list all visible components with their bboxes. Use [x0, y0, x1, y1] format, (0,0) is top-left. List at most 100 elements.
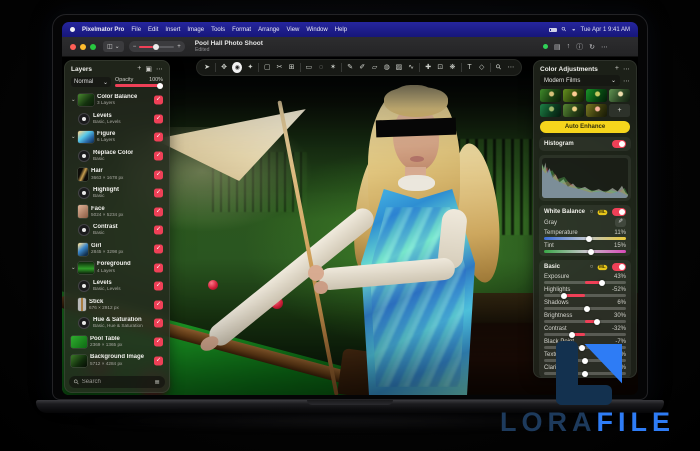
layer-visibility-checkbox[interactable]: ✓ — [154, 114, 163, 124]
white-balance-toggle[interactable] — [612, 208, 626, 216]
temperature-slider[interactable] — [544, 235, 626, 242]
preset-group-select[interactable]: Modern Films ⌄ — [540, 75, 620, 86]
zoom-slider[interactable] — [139, 43, 175, 50]
layer-visibility-checkbox[interactable]: ✓ — [154, 300, 163, 310]
gallery-button[interactable]: ▤ — [554, 43, 561, 51]
add-layer-button[interactable]: + — [137, 65, 141, 73]
spotlight-search-icon[interactable]: ⚲ — [561, 25, 568, 33]
layer-row-hair[interactable]: Hair 3663 × 1678 px ✓ — [69, 165, 165, 184]
layer-row-girl[interactable]: Girl 2845 × 3298 px ✓ — [69, 240, 165, 259]
brightness-slider[interactable] — [544, 318, 626, 325]
zoom-control[interactable]: − + — [128, 41, 185, 52]
tint-slider[interactable] — [544, 248, 626, 255]
chevron-down-icon[interactable]: ⌄ — [71, 97, 76, 103]
adjustments-more-button[interactable]: ⋯ — [623, 65, 630, 73]
layer-row-replace-color[interactable]: Replace Color Basic ✓ — [69, 147, 165, 166]
shadows-slider[interactable] — [544, 305, 626, 312]
slider-knob[interactable] — [586, 235, 593, 242]
paint-tool-icon[interactable]: ✎ — [346, 64, 354, 71]
sidebar-toggle-button[interactable]: ◫ ⌄ — [103, 41, 124, 52]
layer-visibility-checkbox[interactable]: ✓ — [154, 95, 163, 105]
menu-image[interactable]: Image — [187, 27, 204, 33]
layer-row-pool-table[interactable]: Pool Table 2369 × 1365 px ✓ — [69, 333, 165, 352]
chevron-down-icon[interactable]: ⌄ — [71, 134, 76, 140]
apple-logo-icon[interactable] — [70, 27, 75, 32]
close-button[interactable] — [70, 43, 76, 50]
history-button[interactable]: ↻ — [589, 43, 595, 51]
preset-thumb[interactable] — [586, 89, 607, 102]
share-button[interactable]: ↑ — [567, 43, 571, 50]
zoom-slider-knob[interactable] — [153, 43, 160, 50]
arrange-tool-icon[interactable]: ◉ — [232, 62, 243, 73]
layer-row-contrast[interactable]: Contrast Basic ✓ — [69, 221, 165, 240]
menu-format[interactable]: Format — [232, 27, 251, 33]
histogram-toggle[interactable] — [612, 140, 626, 148]
menu-insert[interactable]: Insert — [165, 27, 180, 33]
gradient-tool-icon[interactable]: ▨ — [395, 64, 403, 71]
eraser-tool-icon[interactable]: ▱ — [370, 64, 378, 71]
text-tool-icon[interactable]: T — [465, 64, 473, 71]
layer-row-foreground[interactable]: ⌄ Foreground 4 Layers ✓ — [69, 258, 165, 277]
preset-thumb[interactable] — [563, 104, 584, 117]
layer-visibility-checkbox[interactable]: ✓ — [154, 170, 163, 180]
new-group-button[interactable]: ▣ — [145, 65, 152, 73]
rect-select-tool-icon[interactable]: ▭ — [305, 64, 313, 71]
highlights-slider[interactable] — [544, 292, 626, 299]
zoom-out-icon[interactable]: − — [133, 44, 137, 50]
layer-visibility-checkbox[interactable]: ✓ — [154, 356, 163, 366]
eyedropper-button[interactable]: ✎ — [615, 218, 626, 227]
pointer-tool-icon[interactable]: ➤ — [203, 64, 211, 71]
control-center-icon[interactable]: ◒ — [572, 27, 576, 33]
menu-view[interactable]: View — [286, 27, 299, 33]
menu-window[interactable]: Window — [306, 27, 327, 33]
menu-edit[interactable]: Edit — [148, 27, 158, 33]
layers-search-input[interactable] — [81, 379, 152, 385]
minimize-button[interactable] — [80, 43, 86, 50]
more-tools-icon[interactable]: ⋯ — [507, 64, 515, 71]
retouch-tool-icon[interactable]: ✚ — [424, 64, 432, 71]
layer-visibility-checkbox[interactable]: ✓ — [154, 318, 163, 328]
layer-row-background-image[interactable]: Background Image 5712 × 4284 px ✓ — [69, 351, 165, 370]
preset-thumb[interactable] — [540, 104, 561, 117]
slider-knob[interactable] — [599, 279, 606, 286]
fullscreen-button[interactable] — [90, 43, 96, 50]
opacity-slider[interactable] — [115, 82, 163, 89]
preset-thumb[interactable] — [586, 104, 607, 117]
preset-thumb[interactable] — [540, 89, 561, 102]
basic-toggle[interactable] — [612, 263, 626, 271]
battery-icon[interactable] — [549, 27, 558, 32]
filter-icon[interactable]: ≣ — [155, 378, 160, 386]
smudge-tool-icon[interactable]: ∿ — [407, 64, 415, 71]
ml-badge[interactable]: ML — [597, 264, 608, 270]
shapes-tool-icon[interactable]: ◇ — [478, 64, 486, 71]
options-circle-icon[interactable]: ○ — [590, 209, 594, 215]
menu-app[interactable]: Pixelmator Pro — [82, 27, 124, 33]
layer-visibility-checkbox[interactable]: ✓ — [154, 337, 163, 347]
layer-visibility-checkbox[interactable]: ✓ — [154, 132, 163, 142]
layer-visibility-checkbox[interactable]: ✓ — [154, 225, 163, 235]
layer-row-levels-2[interactable]: Levels Basic, Levels ✓ — [69, 277, 165, 296]
slider-knob[interactable] — [594, 318, 601, 325]
menu-file[interactable]: File — [131, 27, 141, 33]
layer-visibility-checkbox[interactable]: ✓ — [154, 188, 163, 198]
add-preset-button[interactable]: + — [609, 104, 630, 117]
menu-clock[interactable]: Tue Apr 1 9:41 AM — [581, 27, 630, 33]
menu-help[interactable]: Help — [335, 27, 347, 33]
layer-visibility-checkbox[interactable]: ✓ — [154, 263, 163, 273]
crop-tool-icon[interactable]: ▢ — [263, 64, 271, 71]
layer-row-hue-saturation[interactable]: Hue & Saturation Basic, Hue & Saturation … — [69, 314, 165, 333]
layers-more-button[interactable]: ⋯ — [156, 65, 163, 73]
chevron-down-icon[interactable]: ⌄ — [71, 265, 76, 271]
layer-row-figure[interactable]: ⌄ Figure 6 Layers ✓ — [69, 128, 165, 147]
slider-knob[interactable] — [560, 292, 567, 299]
straighten-tool-icon[interactable]: ⊞ — [288, 64, 296, 71]
slice-tool-icon[interactable]: ✂ — [275, 64, 283, 71]
auto-enhance-button[interactable]: Auto Enhance — [540, 121, 630, 133]
preset-thumb[interactable] — [563, 89, 584, 102]
more-button[interactable]: ⋯ — [601, 43, 608, 51]
opacity-slider-knob[interactable] — [157, 82, 163, 89]
pencil-tool-icon[interactable]: ✐ — [358, 64, 366, 71]
layer-row-levels-1[interactable]: Levels Basic, Levels ✓ — [69, 110, 165, 129]
exposure-slider[interactable] — [544, 279, 626, 286]
zoom-tool-icon[interactable]: ⚲ — [493, 62, 504, 73]
